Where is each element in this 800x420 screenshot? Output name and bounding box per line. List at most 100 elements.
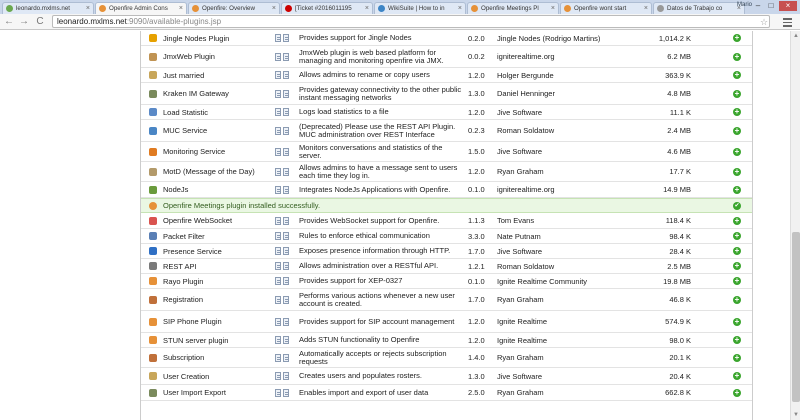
tab-close-icon[interactable]: × [644,5,648,12]
scrollbar-thumb[interactable] [792,232,800,402]
close-window-button[interactable]: × [779,1,797,11]
readme-icon[interactable] [275,317,281,326]
changelog-icon[interactable] [283,336,289,344]
browser-tab[interactable]: Openfire Meetings Pl × [467,2,559,14]
changelog-icon[interactable] [283,167,289,176]
readme-icon[interactable] [275,71,281,79]
readme-icon[interactable] [275,295,281,304]
install-plugin-icon[interactable]: + [733,295,741,304]
install-plugin-icon[interactable]: + [733,108,741,116]
install-plugin-icon[interactable]: + [733,126,741,135]
install-cell: + [733,259,743,273]
readme-icon[interactable] [275,126,281,135]
install-cell: + [733,333,743,347]
tab-close-icon[interactable]: × [365,5,369,12]
install-plugin-icon[interactable]: + [733,216,741,225]
install-plugin-icon[interactable]: + [733,247,741,255]
install-plugin-icon[interactable]: + [733,277,741,285]
install-plugin-icon[interactable]: + [733,52,741,61]
address-bar[interactable]: leonardo.mxlms.net:9090/available-plugin… [52,15,770,28]
plugin-icon-cell [149,162,159,181]
readme-icon[interactable] [275,52,281,61]
readme-icon[interactable] [275,185,281,194]
scroll-up-arrow-icon[interactable]: ▲ [792,32,800,40]
page-scrollbar[interactable]: ▲ ▼ [790,31,800,420]
changelog-icon[interactable] [283,372,289,380]
readme-icon[interactable] [275,147,281,156]
readme-icon[interactable] [275,336,281,344]
browser-tab[interactable]: Openfire wont start × [560,2,652,14]
changelog-icon[interactable] [283,147,289,156]
browser-tab[interactable]: Openfire: Overview × [188,2,280,14]
reload-button[interactable]: C [34,16,46,28]
changelog-icon[interactable] [283,232,289,240]
install-plugin-icon[interactable]: + [733,89,741,98]
install-plugin-icon[interactable]: + [733,71,741,79]
readme-icon[interactable] [275,247,281,255]
changelog-icon[interactable] [283,126,289,135]
install-plugin-icon[interactable]: + [733,147,741,156]
changelog-icon[interactable] [283,34,289,42]
browser-tab[interactable]: Datos de Trabajo co × [653,2,745,14]
install-plugin-icon[interactable]: + [733,167,741,176]
browser-menu-icon[interactable] [783,18,792,29]
browser-tab[interactable]: [Ticket #2016011195 × [281,2,373,14]
browser-tab[interactable]: leonardo.mxlms.net × [2,2,94,14]
install-plugin-icon[interactable]: + [733,353,741,362]
changelog-icon[interactable] [283,89,289,98]
changelog-icon[interactable] [283,108,289,116]
tab-close-icon[interactable]: × [551,5,555,12]
install-plugin-icon[interactable]: + [733,262,741,270]
tab-close-icon[interactable]: × [86,5,90,12]
changelog-icon[interactable] [283,317,289,326]
plugin-icon-cell [149,68,159,82]
changelog-icon[interactable] [283,388,289,397]
changelog-icon[interactable] [283,247,289,255]
install-plugin-icon[interactable]: + [733,34,741,42]
readme-icon[interactable] [275,34,281,42]
readme-icon[interactable] [275,277,281,285]
browser-tab[interactable]: WikiSuite | How to in × [374,2,466,14]
install-plugin-icon[interactable]: + [733,372,741,380]
minimize-window-button[interactable]: – [752,1,764,11]
install-plugin-icon[interactable]: + [733,232,741,240]
changelog-icon[interactable] [283,216,289,225]
readme-icon[interactable] [275,89,281,98]
changelog-icon[interactable] [283,295,289,304]
plugin-file-size: 28.4 K [669,246,691,256]
install-plugin-icon[interactable]: + [733,317,741,326]
readme-icon[interactable] [275,167,281,176]
plugin-file-size: 20.1 K [669,353,691,362]
tab-close-icon[interactable]: × [458,5,462,12]
back-button[interactable]: ← [3,16,15,28]
tab-close-icon[interactable]: × [272,5,276,12]
bookmark-star-icon[interactable]: ☆ [760,17,768,28]
changelog-icon[interactable] [283,262,289,270]
readme-icon[interactable] [275,108,281,116]
changelog-icon[interactable] [283,71,289,79]
readme-icon[interactable] [275,262,281,270]
maximize-window-button[interactable]: □ [765,1,777,11]
tab-close-icon[interactable]: × [179,5,183,12]
install-plugin-icon[interactable]: + [733,336,741,344]
browser-tab[interactable]: Openfire Admin Cons × [95,2,187,14]
changelog-icon[interactable] [283,52,289,61]
changelog-icon[interactable] [283,185,289,194]
changelog-icon[interactable] [283,277,289,285]
install-plugin-icon[interactable]: + [733,185,741,194]
plugin-docs-cell [275,368,295,384]
changelog-icon[interactable] [283,353,289,362]
install-plugin-icon[interactable]: + [733,388,741,397]
readme-icon[interactable] [275,388,281,397]
readme-icon[interactable] [275,232,281,240]
plugin-row: User Creation Creates users and populates… [141,368,752,385]
readme-icon[interactable] [275,372,281,380]
readme-icon[interactable] [275,216,281,225]
profile-user-label[interactable]: Mario [737,2,752,8]
forward-button[interactable]: → [18,16,30,28]
readme-icon[interactable] [275,353,281,362]
install-cell: + [733,229,743,243]
plugin-row: Subscription Automatically accepts or rej… [141,348,752,368]
plugin-description: Logs load statistics to a file [299,107,389,116]
scroll-down-arrow-icon[interactable]: ▼ [792,411,800,419]
